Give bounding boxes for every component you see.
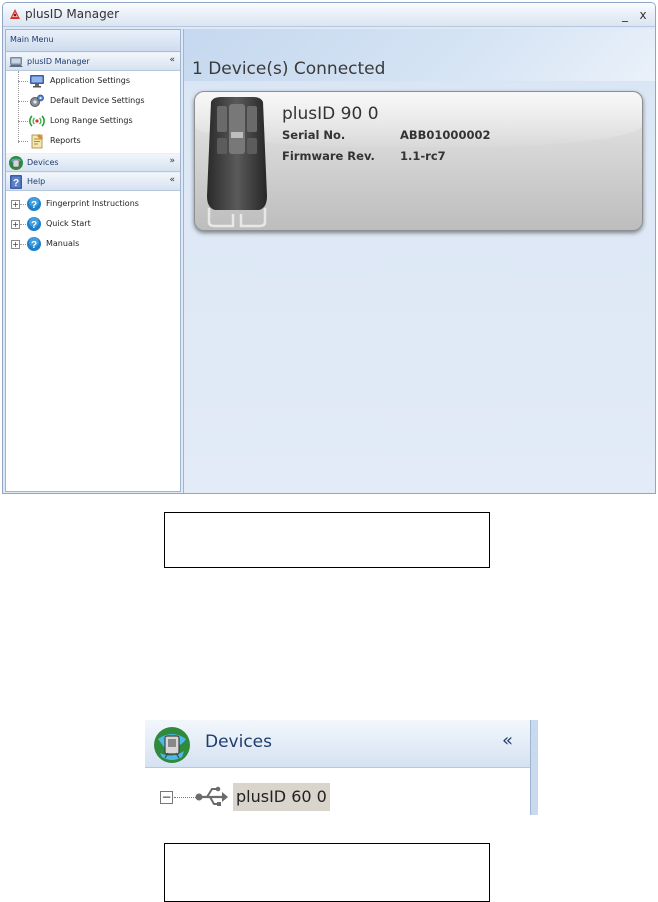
device-name: plusID 90 0 bbox=[282, 104, 379, 124]
devices-panel-zoom: Devices « − plusID 60 0 bbox=[145, 720, 538, 815]
firmware-revision-label: Firmware Rev. bbox=[282, 149, 375, 163]
main-menu-title: Main Menu bbox=[6, 30, 180, 52]
tree-expander-plus[interactable]: + bbox=[11, 200, 20, 209]
tree-item-manuals[interactable]: + ? Manuals bbox=[6, 234, 180, 254]
title-bar: plusID Manager _ x bbox=[3, 3, 655, 27]
devices-connected-status: 1 Device(s) Connected bbox=[192, 59, 386, 79]
caption-box bbox=[164, 843, 490, 902]
gears-icon bbox=[30, 94, 44, 107]
fingerprint-instructions-label: Fingerprint Instructions bbox=[46, 199, 139, 208]
reports-label: Reports bbox=[50, 136, 81, 145]
manuals-label: Manuals bbox=[46, 239, 80, 248]
panel-header-help[interactable]: ? Help « bbox=[6, 172, 180, 191]
tree-item-reports[interactable]: Reports bbox=[6, 131, 180, 151]
tree-item-long-range-settings[interactable]: Long Range Settings bbox=[6, 111, 180, 131]
devices-globe-icon bbox=[154, 727, 190, 763]
svg-text:?: ? bbox=[31, 200, 37, 211]
close-button[interactable]: x bbox=[635, 7, 651, 23]
plusid-manager-tree: Application Settings Default Device Sett… bbox=[6, 71, 180, 153]
monitor-icon bbox=[30, 75, 44, 88]
main-window: plusID Manager _ x Main Menu plusID Mana… bbox=[2, 2, 656, 494]
serial-number-value: ABB01000002 bbox=[400, 128, 491, 142]
svg-text:?: ? bbox=[31, 220, 37, 231]
help-icon: ? bbox=[27, 217, 41, 231]
panel-header-devices[interactable]: Devices » bbox=[6, 153, 180, 172]
fingerprint-reader-device-image bbox=[207, 97, 267, 228]
collapse-chevron-icon[interactable]: « bbox=[169, 55, 175, 65]
long-range-settings-label: Long Range Settings bbox=[50, 116, 133, 125]
help-tree: + ? Fingerprint Instructions + ? Quick S… bbox=[6, 191, 180, 254]
tree-item-quick-start[interactable]: + ? Quick Start bbox=[6, 214, 180, 234]
serial-number-label: Serial No. bbox=[282, 128, 346, 142]
devices-panel-header[interactable]: Devices « bbox=[145, 720, 530, 768]
help-icon: ? bbox=[27, 237, 41, 251]
collapse-chevron-icon[interactable]: « bbox=[502, 730, 513, 751]
plusid-manager-icon bbox=[9, 57, 23, 67]
caption-box bbox=[164, 512, 490, 568]
report-icon bbox=[31, 134, 43, 149]
devices-panel-label: Devices bbox=[205, 732, 272, 752]
firmware-revision-value: 1.1-rc7 bbox=[400, 149, 446, 163]
panel-label-help: Help bbox=[27, 177, 46, 186]
application-settings-label: Application Settings bbox=[50, 76, 131, 85]
svg-text:?: ? bbox=[31, 240, 37, 251]
device-tree-item[interactable]: plusID 60 0 bbox=[233, 783, 330, 811]
tree-item-default-device-settings[interactable]: Default Device Settings bbox=[6, 91, 180, 111]
window-title: plusID Manager bbox=[25, 7, 120, 21]
content-header: 1 Device(s) Connected bbox=[184, 29, 655, 81]
help-icon: ? bbox=[27, 197, 41, 211]
tree-expander-plus[interactable]: + bbox=[11, 240, 20, 249]
usb-icon bbox=[195, 786, 228, 806]
tree-expander-plus[interactable]: + bbox=[11, 220, 20, 229]
panel-label-plusid-manager: plusID Manager bbox=[27, 57, 90, 66]
main-menu-sidebar: Main Menu plusID Manager « Application S… bbox=[5, 29, 181, 492]
tree-item-application-settings[interactable]: Application Settings bbox=[6, 71, 180, 91]
panel-header-plusid-manager[interactable]: plusID Manager « bbox=[6, 52, 180, 71]
expand-chevron-icon[interactable]: » bbox=[169, 156, 175, 166]
devices-globe-icon bbox=[9, 156, 23, 170]
quick-start-label: Quick Start bbox=[46, 219, 91, 228]
tree-expander-minus[interactable]: − bbox=[160, 791, 173, 804]
antenna-icon bbox=[29, 115, 45, 127]
svg-text:?: ? bbox=[13, 178, 19, 189]
collapse-chevron-icon[interactable]: « bbox=[169, 175, 175, 185]
minimize-button[interactable]: _ bbox=[617, 7, 633, 23]
content-area: 1 Device(s) Connected plusID 90 0 Serial… bbox=[183, 29, 655, 493]
device-card[interactable]: plusID 90 0 Serial No. ABB01000002 Firmw… bbox=[194, 91, 643, 231]
tree-item-fingerprint-instructions[interactable]: + ? Fingerprint Instructions bbox=[6, 194, 180, 214]
app-logo-icon bbox=[10, 9, 20, 19]
panel-label-devices: Devices bbox=[27, 158, 59, 167]
default-device-settings-label: Default Device Settings bbox=[50, 96, 145, 105]
help-book-icon: ? bbox=[10, 175, 22, 189]
